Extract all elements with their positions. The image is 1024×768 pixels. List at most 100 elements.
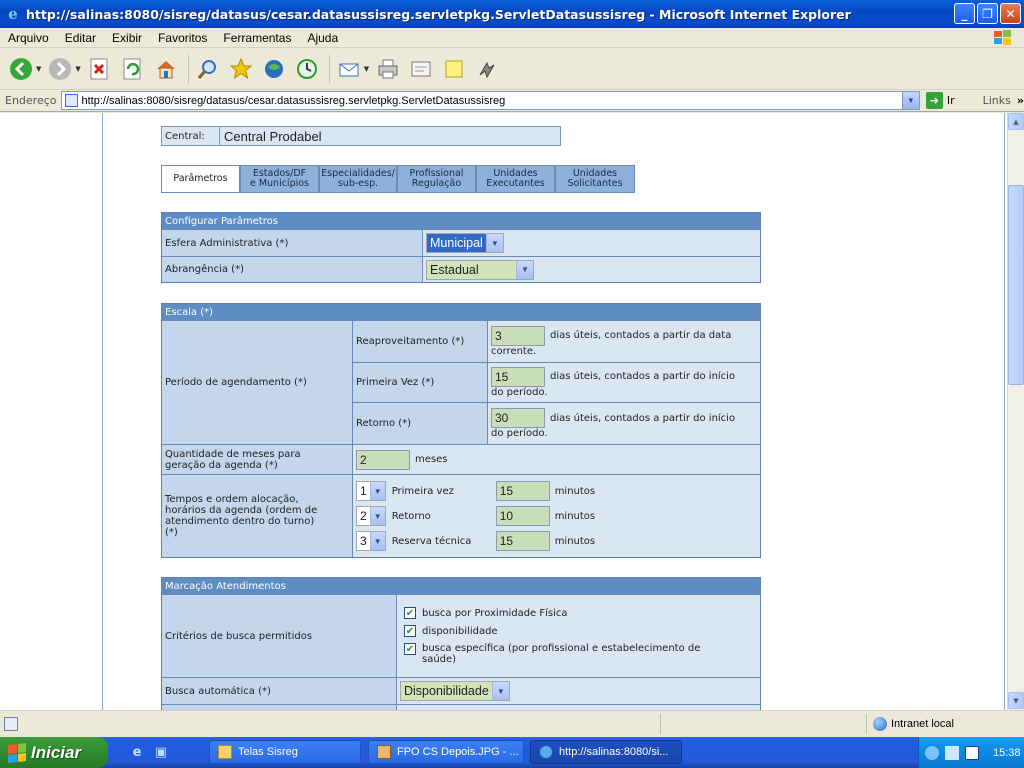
vertical-scrollbar[interactable]: ▲ ▼ [1007,113,1024,710]
address-label: Endereço [5,94,57,107]
intranet-icon [873,717,887,731]
meses-label: Quantidade de meses para [165,448,301,460]
tab-bar: Parâmetros Estados/DF e Municípios Especi… [161,165,635,193]
media-tray-icon[interactable] [965,745,979,760]
checkbox-disponibilidade[interactable]: ✔ [404,625,416,637]
tempos-label: Tempos e ordem alocação, [165,494,299,505]
page-icon [64,94,78,107]
menu-arquivo[interactable]: Arquivo [0,31,57,45]
print-icon[interactable] [373,54,403,84]
address-url: http://salinas:8080/sisreg/datasus/cesar… [81,94,506,107]
periodo-label: Período de agendamento (*) [162,321,353,444]
forward-dropdown-icon[interactable]: ▼ [75,65,80,73]
central-field: Central: Central Prodabel [161,126,561,146]
address-dropdown-icon[interactable]: ▼ [901,92,919,109]
media-icon[interactable] [259,54,289,84]
window-title: http://salinas:8080/sisreg/datasus/cesar… [26,6,851,22]
search-icon[interactable] [193,54,223,84]
menu-ajuda[interactable]: Ajuda [299,31,346,45]
tab-profissional[interactable]: Profissional Regulação [397,165,476,193]
task-fpo-cs[interactable]: FPO CS Depois.JPG - ... [368,740,524,764]
scroll-up-icon[interactable]: ▲ [1008,113,1024,130]
clock: 15:38 [993,746,1021,759]
ie-icon: e [8,5,18,23]
links-chevron-icon[interactable]: » [1017,94,1024,107]
escala-panel: Escala (*) Período de agendamento (*) Re… [161,303,761,558]
chevron-down-icon: ▼ [485,234,503,252]
page-content: Central: Central Prodabel Parâmetros Est… [0,113,1007,710]
primeira-label: Primeira Vez (*) [353,362,488,403]
ordem-primeira-select[interactable]: 1 ▼ [356,481,386,501]
scroll-thumb[interactable] [1008,185,1024,385]
mail-icon[interactable] [334,54,364,84]
config-title: Configurar Parâmetros [162,213,760,229]
desktop-quicklaunch-icon[interactable]: ▣ [152,744,170,762]
toolbar: ▼ ▼ ▼ [0,48,1024,90]
criterios-label: Critérios de busca permitidos [162,595,397,677]
retorno-input[interactable]: 30 [491,408,545,429]
edit-icon[interactable] [406,54,436,84]
chevron-down-icon: ▼ [491,682,509,700]
menu-exibir[interactable]: Exibir [104,31,150,45]
go-button[interactable]: ➜ Ir [925,92,955,109]
menu-editar[interactable]: Editar [57,31,104,45]
primeira-input[interactable]: 15 [491,366,545,387]
tab-especialidades[interactable]: Especialidades/sub-esp. [319,165,397,193]
abrangencia-select[interactable]: Estadual ▼ [426,259,534,280]
meses-input[interactable]: 2 [356,449,410,470]
tempo-reserva-input[interactable]: 15 [495,531,550,551]
retorno-label: Retorno (*) [353,403,488,444]
page-status-icon [4,717,18,731]
tab-parametros[interactable]: Parâmetros [161,165,240,193]
back-tray-icon[interactable] [925,745,939,760]
abrangencia-label: Abrangência (*) [162,257,423,282]
folder-icon [218,745,232,759]
mail-dropdown-icon[interactable]: ▼ [364,65,369,73]
network-tray-icon[interactable] [945,745,959,760]
stop-icon[interactable] [85,54,115,84]
busca-select[interactable]: Disponibilidade ▼ [400,681,510,701]
reaprov-input[interactable]: 3 [491,325,545,346]
refresh-icon[interactable] [118,54,148,84]
address-input[interactable]: http://salinas:8080/sisreg/datasus/cesar… [60,91,920,110]
ie-quicklaunch-icon[interactable]: e [128,744,146,762]
task-ie-window[interactable]: http://salinas:8080/si... [530,740,682,764]
go-arrow-icon: ➜ [925,92,943,109]
menu-ferramentas[interactable]: Ferramentas [215,31,299,45]
maximize-button[interactable]: ❐ [977,3,998,24]
back-icon[interactable] [6,54,36,84]
messenger-icon[interactable] [472,54,502,84]
task-telas-sisreg[interactable]: Telas Sisreg [209,740,361,764]
scroll-down-icon[interactable]: ▼ [1008,692,1024,709]
home-icon[interactable] [151,54,181,84]
address-bar: Endereço http://salinas:8080/sisreg/data… [0,90,1024,112]
links-label[interactable]: Links [983,94,1011,107]
central-label: Central: [162,127,220,145]
reaprov-label: Reaproveitamento (*) [353,321,488,362]
ordem-retorno-select[interactable]: 2 ▼ [356,506,386,526]
forward-icon[interactable] [45,54,75,84]
menu-bar: Arquivo Editar Exibir Favoritos Ferramen… [0,28,1024,48]
status-bar: Intranet local [0,710,1024,737]
start-button[interactable]: Iniciar [0,737,108,768]
ordem-reserva-select[interactable]: 3 ▼ [356,531,386,551]
close-button[interactable]: ✕ [1000,3,1021,24]
tab-unidades-executantes[interactable]: Unidades Executantes [476,165,555,193]
ie-task-icon [539,745,553,759]
checkbox-proximidade[interactable]: ✔ [404,607,416,619]
favorites-icon[interactable] [226,54,256,84]
menu-favoritos[interactable]: Favoritos [150,31,215,45]
discuss-icon[interactable] [439,54,469,84]
tab-estados[interactable]: Estados/DF e Municípios [240,165,319,193]
security-zone: Intranet local [866,714,954,734]
back-dropdown-icon[interactable]: ▼ [36,65,41,73]
esfera-select[interactable]: Municipal ▼ [426,233,504,253]
checkbox-especifica[interactable]: ✔ [404,643,416,655]
image-icon [377,745,391,759]
tab-unidades-solicitantes[interactable]: Unidades Solicitantes [555,165,635,193]
history-icon[interactable] [292,54,322,84]
tempo-retorno-input[interactable]: 10 [495,506,550,526]
esfera-label: Esfera Administrativa (*) [162,230,423,256]
minimize-button[interactable]: _ [954,3,975,24]
tempo-primeira-input[interactable]: 15 [495,481,550,501]
